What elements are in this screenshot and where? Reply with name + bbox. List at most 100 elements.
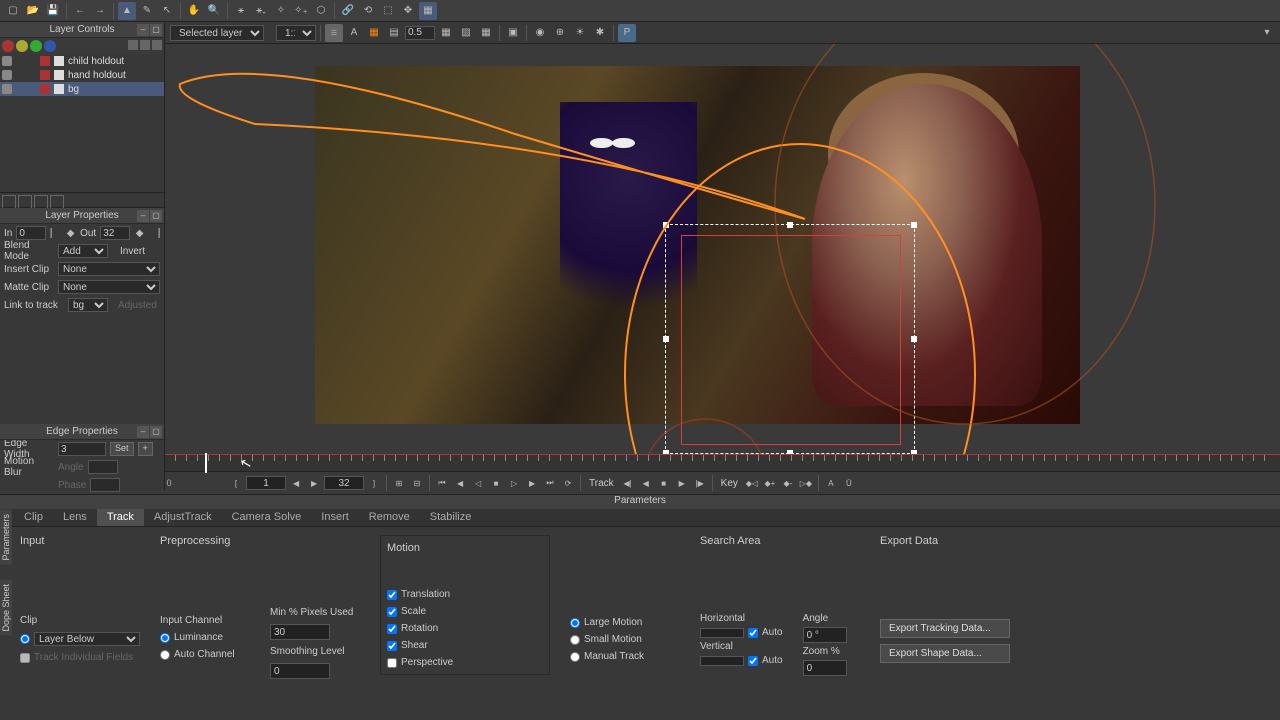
attach-icon[interactable]: 🔗 xyxy=(339,2,357,20)
smoothing-input[interactable] xyxy=(270,663,330,679)
current-frame-input[interactable] xyxy=(246,476,286,490)
expand-icon[interactable] xyxy=(50,195,64,209)
open-icon[interactable]: 📂 xyxy=(24,2,42,20)
new-icon[interactable]: ▢ xyxy=(4,2,22,20)
panel-min-icon[interactable]: – xyxy=(137,210,149,222)
in-set-icon[interactable]: ◆ xyxy=(65,224,76,242)
point-tool-icon[interactable]: ✎ xyxy=(138,2,156,20)
stabilize-view-icon[interactable]: ⊕ xyxy=(551,24,569,42)
tab-insert[interactable]: Insert xyxy=(311,509,359,526)
tab-camerasolve[interactable]: Camera Solve xyxy=(222,509,312,526)
export-tracking-button[interactable]: Export Tracking Data... xyxy=(880,619,1010,638)
redo-icon[interactable]: → xyxy=(91,2,109,20)
hand-tool-icon[interactable]: ✋ xyxy=(185,2,203,20)
undo-icon[interactable]: ← xyxy=(71,2,89,20)
xspline-tool-icon[interactable]: ⚹ xyxy=(232,2,250,20)
out-input[interactable] xyxy=(100,226,130,240)
red-toggle-icon[interactable] xyxy=(2,40,14,52)
grid-icon[interactable]: ▦ xyxy=(477,24,495,42)
end-frame-input[interactable] xyxy=(324,476,364,490)
track-stop-icon[interactable]: ■ xyxy=(656,475,672,491)
matte-view-icon[interactable]: ▦ xyxy=(437,24,455,42)
viewer[interactable] xyxy=(165,44,1280,454)
panel-min-icon[interactable]: – xyxy=(137,426,149,438)
track-forward-icon[interactable]: ▶ xyxy=(674,475,690,491)
vertical-input[interactable] xyxy=(700,656,744,666)
layer-icon[interactable]: ▤ xyxy=(385,24,403,42)
zoom-in-icon[interactable]: ⊞ xyxy=(391,475,407,491)
layer-below-radio[interactable] xyxy=(20,634,30,644)
horizontal-input[interactable] xyxy=(700,628,744,638)
export-shape-button[interactable]: Export Shape Data... xyxy=(880,644,1010,663)
yellow-toggle-icon[interactable] xyxy=(16,40,28,52)
blend-select[interactable]: Add xyxy=(58,244,108,258)
trace-icon[interactable]: ◉ xyxy=(531,24,549,42)
blue-toggle-icon[interactable] xyxy=(44,40,56,52)
small-motion-radio[interactable] xyxy=(570,635,580,645)
add-icon[interactable] xyxy=(2,195,16,209)
track-area-box[interactable] xyxy=(681,235,901,445)
ruler[interactable] xyxy=(165,454,1280,472)
select-tool-icon[interactable]: ▲ xyxy=(118,2,136,20)
large-motion-radio[interactable] xyxy=(570,618,580,628)
angle-input[interactable] xyxy=(803,627,847,643)
zoom-out-icon[interactable]: ⊟ xyxy=(409,475,425,491)
step-forward-icon[interactable]: ▶ xyxy=(524,475,540,491)
tab-clip[interactable]: Clip xyxy=(14,509,53,526)
viewer-menu-icon[interactable]: ▾ xyxy=(1258,24,1276,42)
tab-remove[interactable]: Remove xyxy=(359,509,420,526)
panel-max-icon[interactable]: ▢ xyxy=(150,210,162,222)
edge-width-input[interactable] xyxy=(58,442,106,456)
loop-icon[interactable]: ⟳ xyxy=(560,475,576,491)
zoom-input[interactable] xyxy=(803,660,847,676)
luminance-radio[interactable] xyxy=(160,633,170,643)
save-icon[interactable]: 💾 xyxy=(44,2,62,20)
out-point-icon[interactable]: ] xyxy=(366,475,382,491)
play-back-icon[interactable]: ◁ xyxy=(470,475,486,491)
in-input[interactable] xyxy=(16,226,46,240)
layer-mode-select[interactable]: Selected layer xyxy=(170,25,264,41)
panel-max-icon[interactable]: ▢ xyxy=(150,426,162,438)
track-forward-end-icon[interactable]: |▶ xyxy=(692,475,708,491)
perspective-checkbox[interactable] xyxy=(387,658,397,668)
rgb-icon[interactable]: ☰ xyxy=(325,24,343,42)
magnetic-tool-icon[interactable]: ⬡ xyxy=(312,2,330,20)
set-out-icon[interactable]: ▶ xyxy=(306,475,322,491)
v-auto-checkbox[interactable] xyxy=(748,656,758,666)
h-auto-checkbox[interactable] xyxy=(748,628,758,638)
show-planar-icon[interactable]: ▣ xyxy=(504,24,522,42)
autokey-icon[interactable]: A xyxy=(823,475,839,491)
side-tab-parameters[interactable]: Parameters xyxy=(0,510,12,565)
playhead[interactable] xyxy=(205,453,207,473)
translation-checkbox[interactable] xyxy=(387,590,397,600)
prev-key-icon[interactable]: ◆◁ xyxy=(744,475,760,491)
plus-button[interactable]: + xyxy=(138,442,153,456)
play-forward-icon[interactable]: ▷ xyxy=(506,475,522,491)
in-point-icon[interactable]: [ xyxy=(228,475,244,491)
stop-icon[interactable]: ■ xyxy=(488,475,504,491)
group-icon[interactable] xyxy=(128,40,138,50)
track-back-icon[interactable]: ◀ xyxy=(638,475,654,491)
uberkey-icon[interactable]: Ü xyxy=(841,475,857,491)
zoom-select[interactable]: 1:1 xyxy=(276,25,316,41)
panel-max-icon[interactable]: ▢ xyxy=(150,24,162,36)
step-back-icon[interactable]: ◀ xyxy=(452,475,468,491)
out-set-icon[interactable]: ◆ xyxy=(134,224,145,242)
panel-min-icon[interactable]: – xyxy=(137,24,149,36)
move-icon[interactable]: ✥ xyxy=(399,2,417,20)
set-button[interactable]: Set xyxy=(110,442,134,456)
layer-row[interactable]: hand holdout xyxy=(0,68,164,82)
add-bezier-icon[interactable]: ✧₊ xyxy=(292,2,310,20)
layer-row[interactable]: child holdout xyxy=(0,54,164,68)
del-key-icon[interactable]: ◆- xyxy=(780,475,796,491)
bezier-tool-icon[interactable]: ✧ xyxy=(272,2,290,20)
zoom-tool-icon[interactable]: 🔍 xyxy=(205,2,223,20)
tab-adjusttrack[interactable]: AdjustTrack xyxy=(144,509,222,526)
search-area-box[interactable] xyxy=(665,224,915,454)
rotate-icon[interactable]: ⟲ xyxy=(359,2,377,20)
side-tab-dopesheet[interactable]: Dope Sheet xyxy=(0,580,12,636)
min-pixels-input[interactable] xyxy=(270,624,330,640)
proxy-icon[interactable]: P xyxy=(618,24,636,42)
link-select[interactable]: bg xyxy=(68,298,108,312)
planar-icon[interactable]: ▦ xyxy=(419,2,437,20)
